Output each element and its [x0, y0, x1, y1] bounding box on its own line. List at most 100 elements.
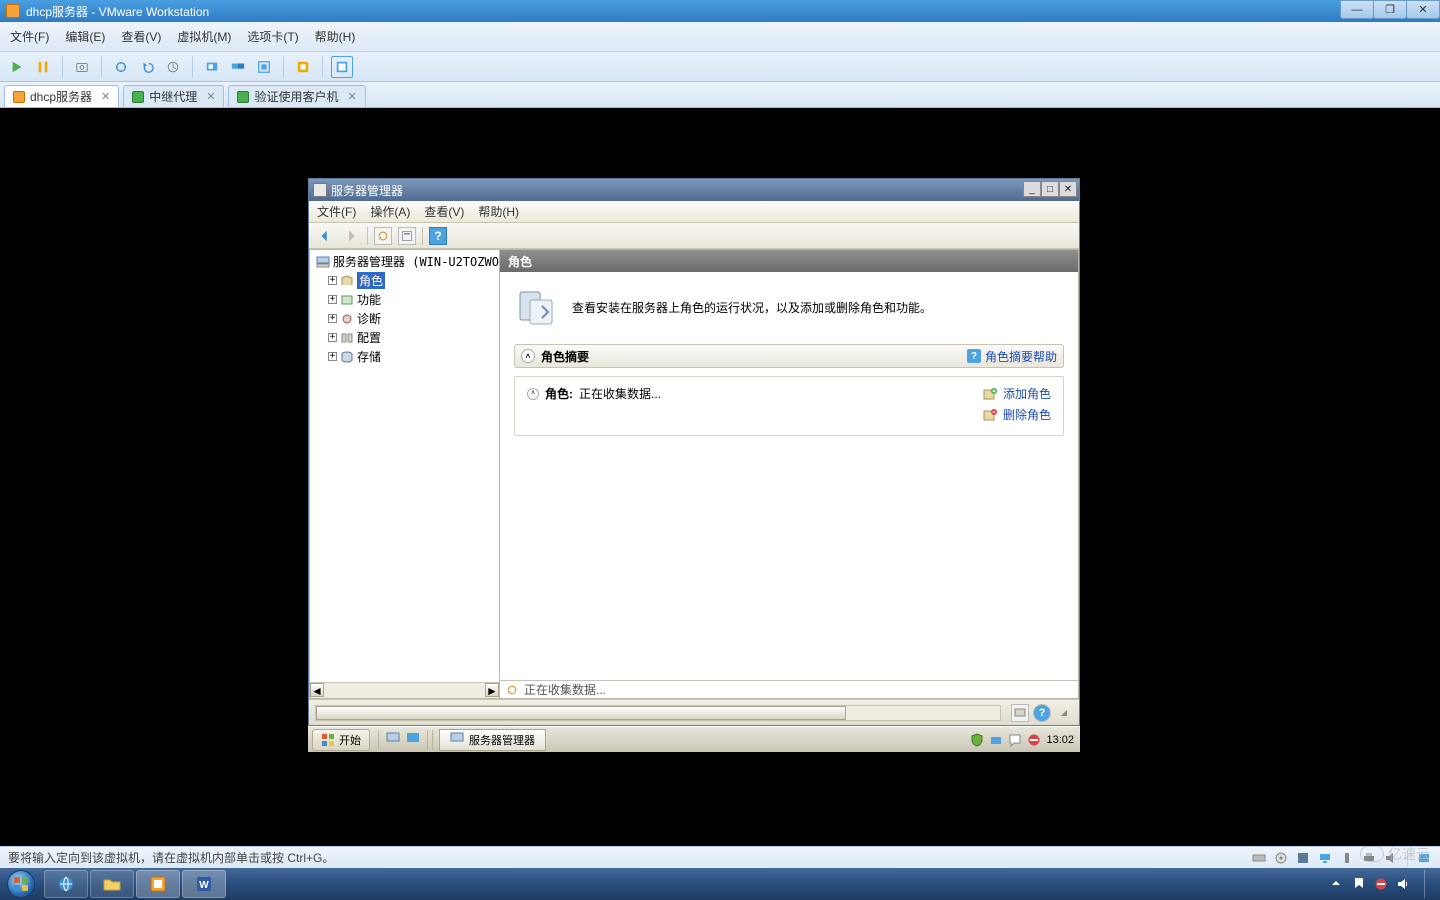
menu-vm[interactable]: 虚拟机(M) [177, 28, 231, 45]
action-center-tray-icon[interactable] [1008, 733, 1022, 747]
expand-icon[interactable]: + [328, 314, 337, 323]
help-icon[interactable]: ? [1033, 704, 1051, 722]
tree-item-storage[interactable]: +存储 [314, 347, 499, 366]
show-console-icon[interactable] [201, 56, 223, 78]
snapshot-take-icon[interactable] [110, 56, 132, 78]
help-icon[interactable]: ? [429, 227, 447, 245]
power-on-icon[interactable] [6, 56, 28, 78]
menu-tabs[interactable]: 选项卡(T) [247, 28, 298, 45]
tree-hscroll[interactable]: ◄ ► [310, 682, 499, 698]
console-icon[interactable] [1011, 704, 1029, 722]
vm-tab-relay[interactable]: 中继代理 ✕ [123, 85, 224, 107]
collapse-icon[interactable]: ˄ [527, 388, 539, 400]
host-start-button[interactable] [2, 869, 40, 899]
blocked-icon[interactable] [1374, 877, 1388, 891]
server-manager-icon [450, 731, 464, 748]
volume-icon[interactable] [1396, 877, 1410, 891]
multi-monitor-icon[interactable] [227, 56, 249, 78]
snapshot-manager-icon[interactable] [162, 56, 184, 78]
menu-view[interactable]: 查看(V) [121, 28, 161, 45]
blocked-tray-icon[interactable] [1027, 733, 1041, 747]
scroll-right-button[interactable]: ► [485, 683, 499, 697]
snapshot-icon[interactable] [71, 56, 93, 78]
sm-menu-view[interactable]: 查看(V) [424, 203, 464, 220]
guest-clock[interactable]: 13:02 [1046, 734, 1074, 746]
roles-summary-help-link[interactable]: ? 角色摘要帮助 [967, 348, 1057, 365]
tray-expand-icon[interactable] [1330, 877, 1344, 891]
menu-file[interactable]: 文件(F) [10, 28, 49, 45]
remove-role-icon [983, 408, 997, 422]
expand-icon[interactable]: + [328, 295, 337, 304]
scroll-thumb[interactable] [316, 706, 846, 720]
close-icon[interactable]: ✕ [101, 90, 110, 103]
expand-icon[interactable]: + [328, 333, 337, 342]
sm-hscroll[interactable] [315, 705, 1001, 721]
toolbar-separator [283, 56, 284, 78]
fullscreen-icon[interactable] [253, 56, 275, 78]
vm-tab-client[interactable]: 验证使用客户机 ✕ [228, 85, 365, 107]
pin-word[interactable]: W [182, 870, 226, 898]
close-button[interactable]: ✕ [1406, 0, 1440, 19]
sm-maximize-button[interactable]: □ [1041, 181, 1059, 197]
unity-icon[interactable] [292, 56, 314, 78]
tree-item-roles[interactable]: +角色 [314, 271, 499, 290]
guest-task-server-manager[interactable]: 服务器管理器 [439, 729, 546, 751]
thumbnail-view-icon[interactable] [331, 56, 353, 78]
expand-icon[interactable]: + [328, 352, 337, 361]
close-icon[interactable]: ✕ [206, 90, 215, 103]
refresh-icon[interactable] [374, 227, 392, 245]
back-button[interactable] [315, 227, 335, 245]
tree-root[interactable]: 服务器管理器 (WIN-U2TOZWOL1H [314, 252, 499, 271]
sm-menu-file[interactable]: 文件(F) [317, 203, 356, 220]
sm-title: 服务器管理器 [331, 182, 403, 199]
tree-item-configuration[interactable]: +配置 [314, 328, 499, 347]
add-role-link[interactable]: 添加角色 [983, 385, 1051, 402]
sm-titlebar[interactable]: 服务器管理器 _ □ ✕ [309, 179, 1079, 201]
add-role-icon [983, 387, 997, 401]
sm-menu-help[interactable]: 帮助(H) [478, 203, 519, 220]
resize-grip-icon[interactable]: ◢ [1055, 704, 1073, 722]
sm-menu-action[interactable]: 操作(A) [370, 203, 410, 220]
expand-icon[interactable]: + [328, 276, 337, 285]
guest-viewport[interactable]: 服务器管理器 _ □ ✕ 文件(F) 操作(A) 查看(V) 帮助(H) ? [0, 108, 1440, 846]
menu-edit[interactable]: 编辑(E) [65, 28, 105, 45]
tree-item-features[interactable]: +功能 [314, 290, 499, 309]
cd-device-icon[interactable] [1273, 850, 1289, 866]
watermark: 亿速云 [1360, 844, 1430, 864]
suspend-icon[interactable] [32, 56, 54, 78]
collapse-icon[interactable]: ˄ [521, 349, 535, 363]
pin-vmware[interactable] [136, 870, 180, 898]
server-manager-ql-icon[interactable] [385, 730, 401, 749]
svg-text:W: W [199, 880, 209, 891]
hdd-device-icon[interactable] [1251, 850, 1267, 866]
desktop-ql-icon[interactable] [405, 730, 421, 749]
minimize-button[interactable]: — [1340, 0, 1374, 19]
scroll-left-button[interactable]: ◄ [310, 683, 324, 697]
roles-panel: ˄ 角色: 正在收集数据... 添加角色 删除角色 [514, 376, 1064, 436]
snapshot-revert-icon[interactable] [136, 56, 158, 78]
maximize-button[interactable]: ❐ [1373, 0, 1407, 19]
menu-help[interactable]: 帮助(H) [315, 28, 356, 45]
forward-button[interactable] [341, 227, 361, 245]
pin-ie[interactable] [44, 870, 88, 898]
sm-minimize-button[interactable]: _ [1023, 181, 1041, 197]
tree-item-diagnostics[interactable]: +诊断 [314, 309, 499, 328]
close-icon[interactable]: ✕ [348, 90, 357, 103]
properties-icon[interactable] [398, 227, 416, 245]
pin-explorer[interactable] [90, 870, 134, 898]
remove-role-link[interactable]: 删除角色 [983, 406, 1051, 423]
server-manager-window: 服务器管理器 _ □ ✕ 文件(F) 操作(A) 查看(V) 帮助(H) ? [308, 178, 1080, 726]
guest-start-button[interactable]: 开始 [312, 729, 370, 751]
network-tray-icon[interactable] [989, 733, 1003, 747]
vm-tab-dhcp[interactable]: dhcp服务器 ✕ [4, 85, 119, 107]
action-center-icon[interactable] [1352, 877, 1366, 891]
network-device-icon[interactable] [1317, 850, 1333, 866]
sm-close-button[interactable]: ✕ [1059, 181, 1077, 197]
floppy-device-icon[interactable] [1295, 850, 1311, 866]
roles-big-icon [514, 286, 556, 328]
usb-device-icon[interactable] [1339, 850, 1355, 866]
security-tray-icon[interactable] [970, 733, 984, 747]
content-header: 角色 [500, 250, 1078, 272]
show-desktop-button[interactable] [1424, 870, 1430, 898]
vmware-menubar: 文件(F) 编辑(E) 查看(V) 虚拟机(M) 选项卡(T) 帮助(H) [0, 22, 1440, 52]
